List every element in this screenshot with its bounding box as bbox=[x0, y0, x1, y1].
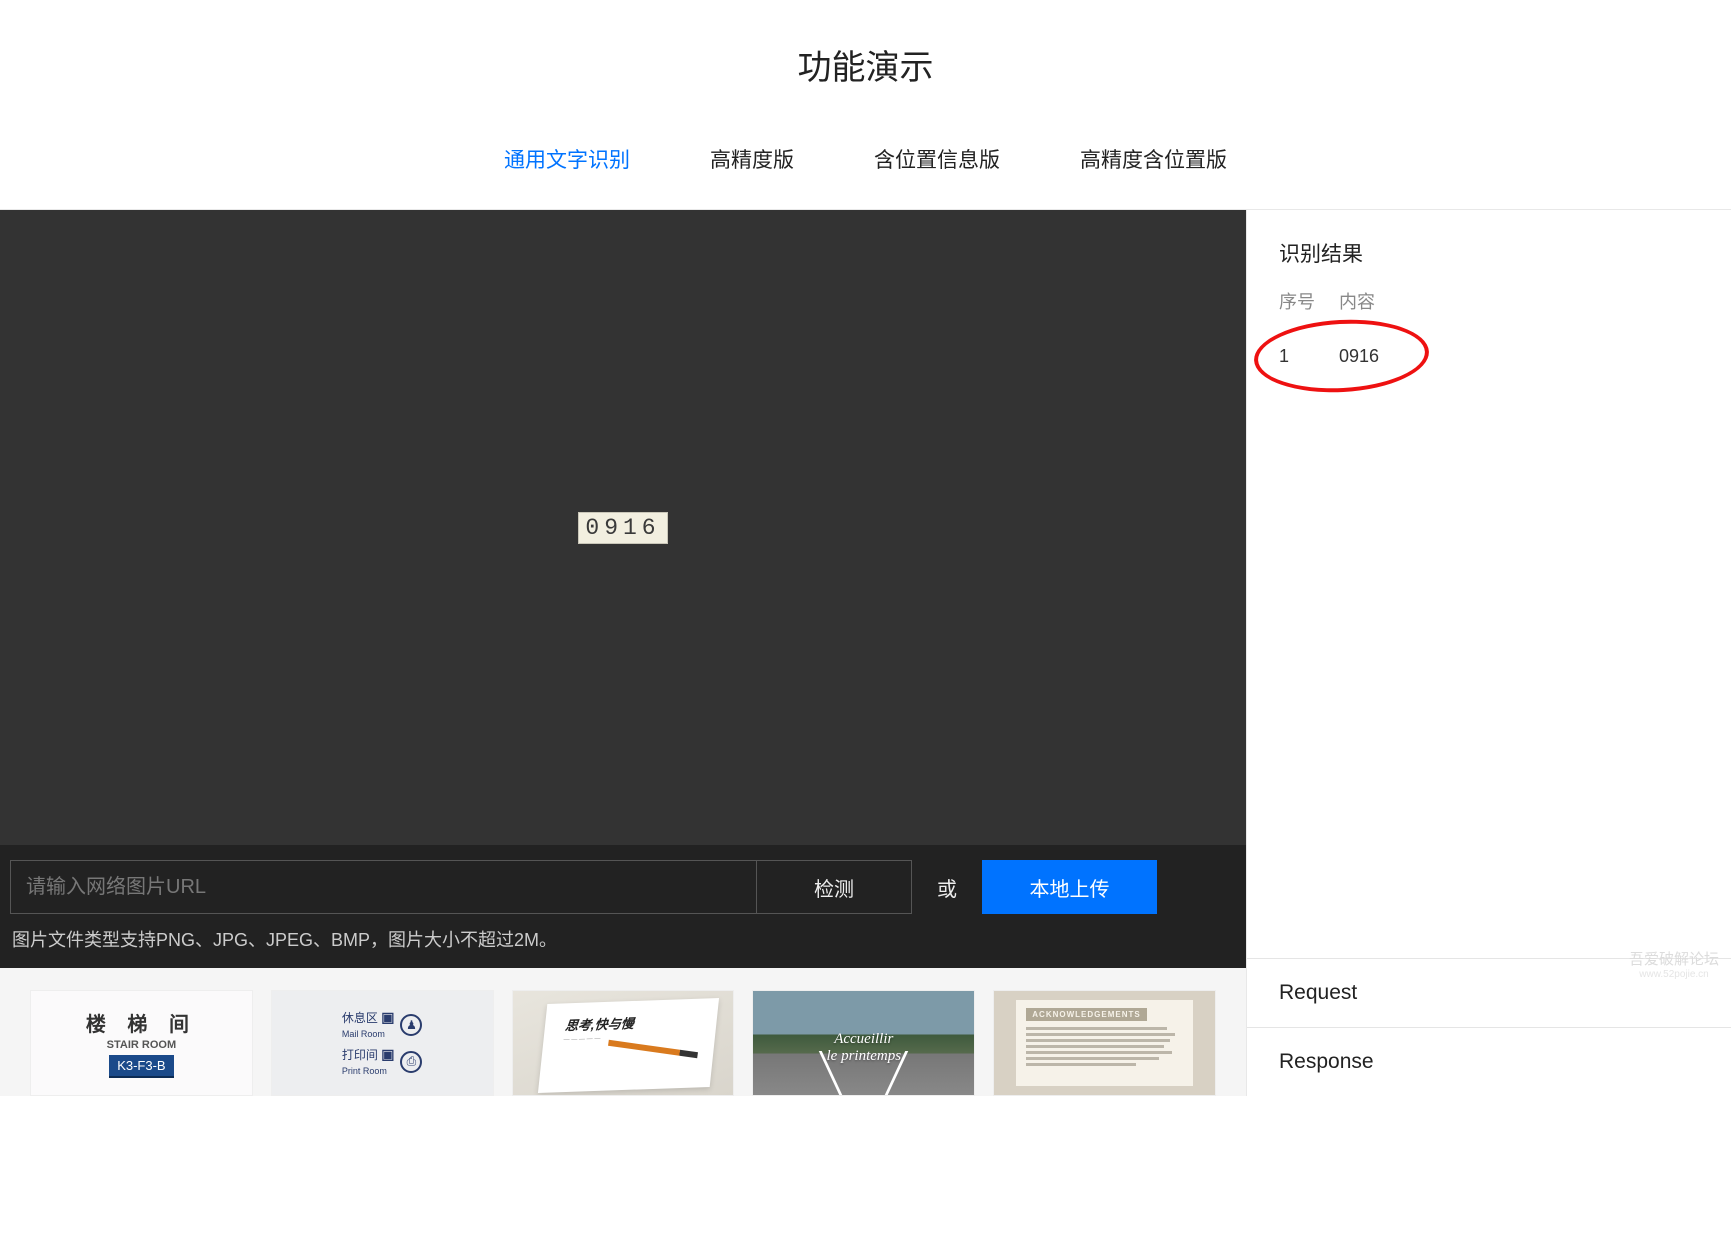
result-title: 识别结果 bbox=[1279, 238, 1699, 268]
sample-thumbnails: 楼 梯 间 STAIR ROOM K3-F3-B 休息区 ▣ Mail Room… bbox=[0, 968, 1246, 1096]
main-row: 0916 检测 或 本地上传 图片文件类型支持PNG、JPG、JPEG、BMP，… bbox=[0, 209, 1731, 1096]
tab-general-ocr[interactable]: 通用文字识别 bbox=[494, 139, 640, 179]
thumb-text: 休息区 bbox=[342, 1011, 378, 1025]
image-preview-zone: 0916 bbox=[0, 210, 1246, 845]
thumb-text: Print Room bbox=[342, 1066, 387, 1076]
page-title: 功能演示 bbox=[0, 0, 1731, 139]
sample-thumb-signage[interactable]: 休息区 ▣ Mail Room ♟ 打印间 ▣ Print Room ⎙ bbox=[271, 990, 494, 1096]
result-index: 1 bbox=[1279, 346, 1317, 367]
thumb-text: le printemps bbox=[827, 1048, 902, 1064]
or-label: 或 bbox=[932, 873, 962, 902]
accordion-response[interactable]: Response bbox=[1247, 1027, 1731, 1096]
thumb-text: 打印间 bbox=[342, 1048, 378, 1062]
result-panel: 识别结果 序号 内容 1 0916 Request Response 吾爱破解论… bbox=[1246, 210, 1731, 1096]
tab-high-accuracy-location[interactable]: 高精度含位置版 bbox=[1070, 139, 1237, 179]
result-content: 0916 bbox=[1339, 346, 1379, 367]
thumb-text: Accueillir bbox=[834, 1031, 893, 1047]
captcha-sample: 0916 bbox=[578, 512, 667, 544]
thumb-text: Mail Room bbox=[342, 1029, 385, 1039]
url-input[interactable] bbox=[11, 861, 756, 913]
input-bar: 检测 或 本地上传 图片文件类型支持PNG、JPG、JPEG、BMP，图片大小不… bbox=[0, 845, 1246, 968]
printer-icon: ⎙ bbox=[400, 1051, 422, 1073]
result-row: 1 0916 bbox=[1247, 328, 1731, 385]
thumb-text: 思考,快与慢 bbox=[564, 1011, 697, 1035]
left-panel: 0916 检测 或 本地上传 图片文件类型支持PNG、JPG、JPEG、BMP，… bbox=[0, 210, 1246, 1096]
thumb-badge: K3-F3-B bbox=[109, 1055, 173, 1078]
sample-thumb-book[interactable]: 思考,快与慢 — — — — — bbox=[512, 990, 735, 1096]
sample-thumb-stair-room[interactable]: 楼 梯 间 STAIR ROOM K3-F3-B bbox=[30, 990, 253, 1096]
url-input-group: 检测 bbox=[10, 860, 912, 914]
upload-hint: 图片文件类型支持PNG、JPG、JPEG、BMP，图片大小不超过2M。 bbox=[10, 914, 1236, 956]
mode-tabs: 通用文字识别 高精度版 含位置信息版 高精度含位置版 bbox=[0, 139, 1731, 209]
accordion-request[interactable]: Request bbox=[1247, 958, 1731, 1027]
sample-thumb-road[interactable]: Accueillir le printemps bbox=[752, 990, 975, 1096]
result-col-index: 序号 bbox=[1279, 288, 1317, 314]
arrow-icon: ▣ bbox=[381, 1046, 394, 1062]
thumb-text: 楼 梯 间 bbox=[86, 1008, 197, 1037]
arrow-icon: ▣ bbox=[381, 1009, 394, 1025]
result-col-content: 内容 bbox=[1339, 288, 1375, 314]
tab-high-accuracy[interactable]: 高精度版 bbox=[700, 139, 804, 179]
local-upload-button[interactable]: 本地上传 bbox=[982, 860, 1157, 914]
thumb-text: ACKNOWLEDGEMENTS bbox=[1026, 1008, 1146, 1021]
tab-with-location[interactable]: 含位置信息版 bbox=[864, 139, 1010, 179]
sample-thumb-acknowledgements[interactable]: ACKNOWLEDGEMENTS bbox=[993, 990, 1216, 1096]
person-icon: ♟ bbox=[400, 1014, 422, 1036]
detect-button[interactable]: 检测 bbox=[756, 861, 911, 913]
thumb-text: STAIR ROOM bbox=[107, 1039, 176, 1051]
